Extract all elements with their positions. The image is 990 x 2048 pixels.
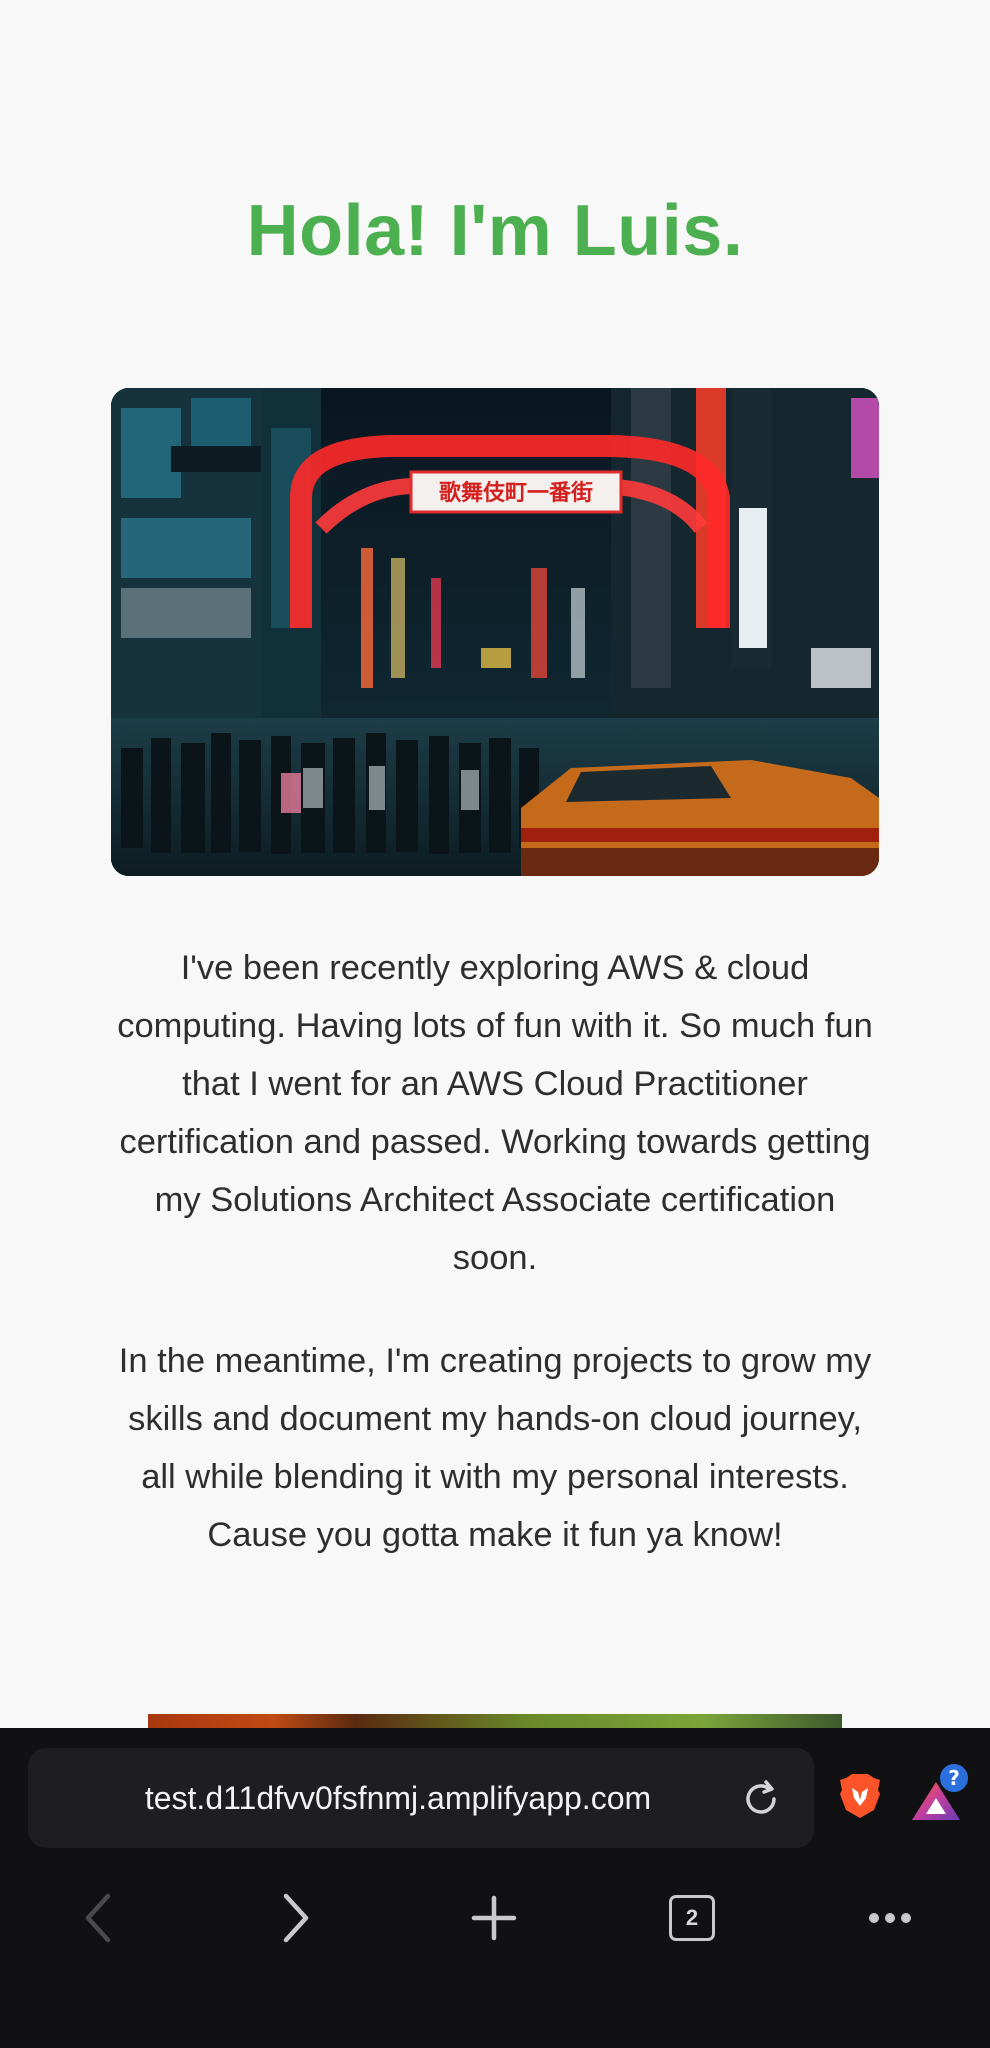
tabs-button[interactable]: 2 (652, 1878, 732, 1958)
url-text[interactable]: test.d11dfvv0fsfnmj.amplifyapp.com (48, 1748, 748, 1848)
chevron-left-icon (85, 1893, 111, 1943)
browser-toolbar: test.d11dfvv0fsfnmj.amplifyapp.com ? 2 (0, 1728, 990, 2048)
rewards-triangle-icon: ? (912, 1762, 970, 1820)
intro-paragraph: I've been recently exploring AWS & cloud… (117, 949, 873, 1277)
plus-icon (471, 1895, 517, 1941)
new-tab-button[interactable] (454, 1878, 534, 1958)
tab-count: 2 (669, 1895, 715, 1941)
kabukicho-street-photo: 歌舞伎町一番街 (111, 388, 879, 876)
chevron-right-icon (283, 1893, 309, 1943)
svg-text:歌舞伎町一番街: 歌舞伎町一番街 (439, 480, 593, 506)
more-menu-button[interactable] (850, 1878, 930, 1958)
reload-icon[interactable] (740, 1778, 782, 1820)
projects-paragraph: In the meantime, I'm creating projects t… (118, 1342, 872, 1554)
rewards-badge: ? (948, 1766, 960, 1790)
page-title: Hola! I'm Luis. (246, 191, 744, 271)
forward-button[interactable] (256, 1878, 336, 1958)
address-bar[interactable]: test.d11dfvv0fsfnmj.amplifyapp.com (28, 1748, 814, 1848)
back-button[interactable] (58, 1878, 138, 1958)
brave-lion-icon[interactable] (838, 1772, 882, 1820)
brave-rewards-icon[interactable]: ? (908, 1762, 972, 1826)
hero-image: 歌舞伎町一番街 (111, 388, 879, 876)
page: Hola! I'm Luis. 歌舞伎町一番街 I've been recent… (0, 0, 990, 2048)
browser-nav-row: 2 (0, 1878, 990, 1968)
more-dots-icon (869, 1913, 911, 1923)
